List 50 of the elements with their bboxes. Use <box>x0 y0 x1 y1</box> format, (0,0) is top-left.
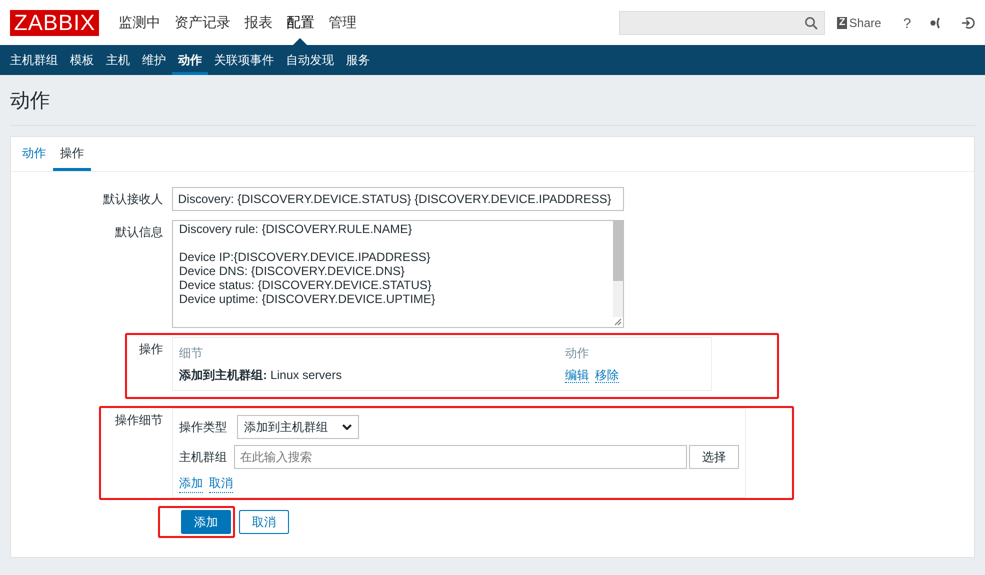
submenu-item[interactable]: 服务 <box>340 45 376 75</box>
message-line: Device uptime: {DISCOVERY.DEVICE.UPTIME} <box>179 292 436 306</box>
submenu-item[interactable]: 主机 <box>100 45 136 75</box>
form-link[interactable]: 取消 <box>209 475 233 493</box>
field-label: 操作细节 <box>114 412 164 429</box>
page-title: 动作 <box>10 75 975 126</box>
cancel-button[interactable]: 取消 <box>239 510 289 534</box>
subject-field[interactable]: Discovery: {DISCOVERY.DEVICE.STATUS} {DISCOVERY.DEVICE.IPADDRESS} <box>172 187 624 211</box>
field-label: 操作 <box>138 341 164 358</box>
field-label: 默认接收人 <box>102 191 164 208</box>
operation-detail: 添加到主机群组: Linux servers <box>179 366 343 384</box>
column-header: 动作 <box>565 344 590 362</box>
form-link[interactable]: 添加 <box>179 475 203 493</box>
tab[interactable]: 操作 <box>53 137 91 171</box>
submenu-item[interactable]: 模板 <box>64 45 100 75</box>
logo[interactable]: ZABBIX <box>10 10 100 36</box>
action-link[interactable]: 移除 <box>595 368 619 382</box>
menu-tab[interactable]: 报表 <box>237 0 280 45</box>
search-icon[interactable] <box>804 16 818 30</box>
menu-tab[interactable]: 监测中 <box>111 0 168 45</box>
resize-grip-icon <box>614 318 622 326</box>
submenu-item[interactable]: 动作 <box>172 45 208 75</box>
logout-icon[interactable] <box>961 16 975 30</box>
share-link[interactable]: Z Share <box>837 16 882 30</box>
column-header: 细节 <box>179 344 204 362</box>
help-link[interactable]: ? <box>903 14 911 30</box>
message-line: Device status: {DISCOVERY.DEVICE.STATUS} <box>179 278 433 292</box>
add-button[interactable]: 添加 <box>181 510 231 534</box>
submenu-item[interactable]: 关联项事件 <box>208 45 280 75</box>
tab[interactable]: 动作 <box>15 137 53 171</box>
menu-tab[interactable]: 管理 <box>321 0 364 45</box>
menu-tab[interactable]: 资产记录 <box>167 0 238 45</box>
search-field[interactable] <box>619 10 826 34</box>
message-line: Discovery rule: {DISCOVERY.RULE.NAME} <box>179 222 413 236</box>
submenu-item[interactable]: 维护 <box>136 45 172 75</box>
host-group-field[interactable]: 在此输入搜索 <box>234 445 687 469</box>
chevron-icon <box>342 424 352 430</box>
message-line: Device IP:{DISCOVERY.DEVICE.IPADDRESS} <box>179 250 432 264</box>
field-label: 默认信息 <box>114 224 164 241</box>
select-button[interactable]: 选择 <box>689 445 739 469</box>
field-label: 操作类型 <box>179 418 228 436</box>
message-field[interactable]: Discovery rule: {DISCOVERY.RULE.NAME} Device IP:{DISCOVERY.DEVICE.IPADDRESS} Device DNS: {DISCOVERY.DEVICE.DNS} Device status: {DISCOVERY.DEVICE.STATUS} Device uptime: {DISCOVERY.DEVICE.UPTIME} <box>172 220 624 328</box>
action-link[interactable]: 编辑 <box>565 368 589 382</box>
submenu-item[interactable]: 主机群组 <box>4 45 64 75</box>
menu-tab[interactable]: 配置 <box>279 0 322 45</box>
submenu-item[interactable]: 自动发现 <box>280 45 340 75</box>
scrollbar[interactable] <box>613 221 623 317</box>
type-dropdown[interactable]: 添加到主机群组 <box>237 415 359 439</box>
field-label: 主机群组 <box>179 448 228 466</box>
message-line: Device DNS: {DISCOVERY.DEVICE.DNS} <box>179 264 406 278</box>
